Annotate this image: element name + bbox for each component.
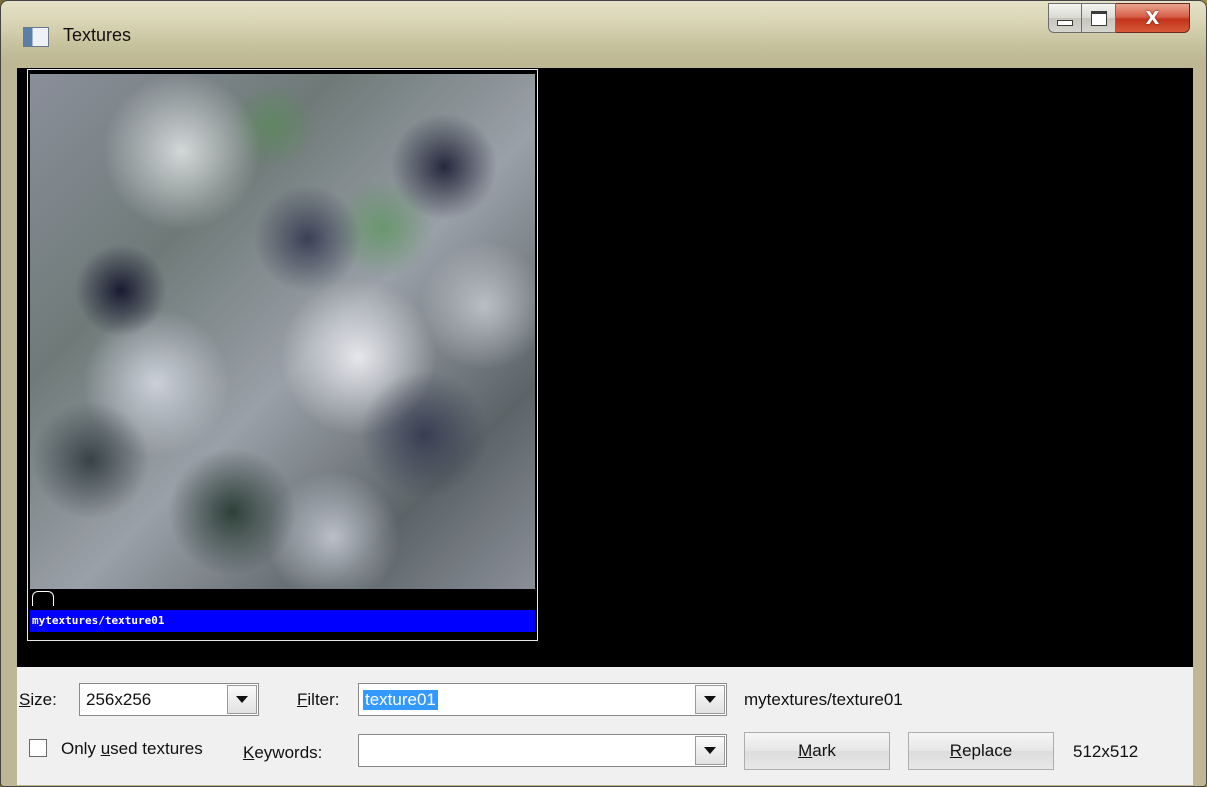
texture-tile-icon	[32, 591, 54, 606]
chevron-down-icon	[704, 747, 716, 754]
chevron-down-icon	[236, 696, 248, 703]
texture-tile-label: mytextures/texture01	[30, 610, 535, 632]
replace-button[interactable]: Replace	[908, 732, 1054, 770]
window-title: Textures	[63, 25, 132, 45]
maximize-icon	[1090, 10, 1107, 26]
texture-dimensions: 512x512	[1073, 742, 1139, 761]
texture-viewport[interactable]: mytextures/texture01	[17, 68, 1193, 667]
texture-tile[interactable]: mytextures/texture01	[27, 69, 538, 641]
minimize-icon	[1057, 20, 1073, 26]
chevron-down-icon	[704, 696, 716, 703]
keywords-label: Keywords:	[243, 743, 323, 762]
filter-dropdown-button[interactable]	[695, 685, 725, 714]
size-label: Size:	[19, 690, 57, 709]
keywords-combobox[interactable]	[358, 734, 727, 767]
only-used-textures-label[interactable]: Only used textures	[61, 739, 203, 759]
keywords-dropdown-button[interactable]	[695, 736, 725, 765]
only-used-textures-checkbox[interactable]	[29, 739, 47, 757]
texture-preview-image[interactable]	[30, 74, 535, 589]
minimize-button[interactable]	[1048, 3, 1082, 33]
app-window-icon[interactable]	[23, 27, 49, 47]
filter-combobox[interactable]: texture01	[358, 683, 727, 716]
close-icon: X	[1145, 7, 1160, 29]
mark-button[interactable]: Mark	[744, 732, 890, 770]
size-dropdown[interactable]: 256x256	[79, 683, 259, 716]
size-value: 256x256	[86, 690, 152, 709]
close-button[interactable]: X	[1116, 3, 1190, 33]
maximize-button[interactable]	[1082, 3, 1116, 33]
texture-controls: Size: 256x256 Filter: texture01 mytextur…	[17, 667, 1193, 785]
filter-label: Filter:	[297, 690, 340, 709]
title-bar[interactable]: Textures X	[1, 1, 1206, 63]
size-dropdown-button[interactable]	[227, 685, 257, 714]
filter-input[interactable]: texture01	[363, 690, 438, 710]
textures-window: Textures X mytextures/texture01 Size: 25…	[0, 0, 1207, 787]
caption-buttons: X	[1048, 3, 1190, 35]
selected-texture-name: mytextures/texture01	[744, 690, 903, 709]
